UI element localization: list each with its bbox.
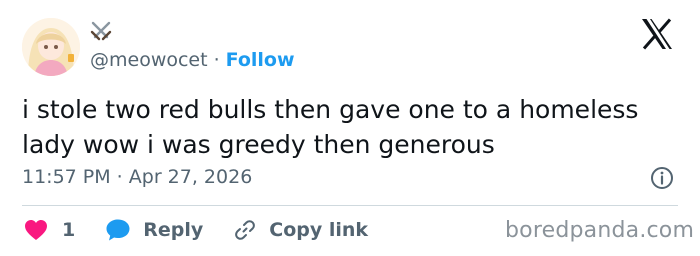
avatar[interactable]	[22, 18, 80, 76]
user-handle[interactable]: @meowocet	[90, 49, 208, 71]
like-button[interactable]: 1	[24, 219, 75, 241]
reply-button[interactable]: Reply	[105, 218, 203, 242]
crossed-swords-icon	[90, 20, 112, 42]
info-icon[interactable]	[650, 166, 674, 190]
heart-icon	[24, 219, 48, 241]
author-row: @meowocet · Follow	[90, 48, 295, 72]
action-bar: 1 Reply Copy link	[24, 216, 368, 244]
tweet-text: i stole two red bulls then gave one to a…	[22, 92, 682, 162]
tweet-text-line: i stole two red bulls then gave one to a…	[22, 95, 639, 124]
watermark: boredpanda.com	[505, 218, 695, 243]
tweet-text-line: lady wow i was greedy then generous	[22, 130, 495, 159]
handle-separator: ·	[213, 49, 220, 71]
reply-bubble-icon	[105, 218, 131, 242]
follow-button[interactable]: Follow	[226, 49, 295, 71]
divider	[22, 205, 678, 206]
copy-link-button[interactable]: Copy link	[233, 218, 368, 242]
timestamp[interactable]: 11:57 PM · Apr 27, 2026	[22, 166, 252, 188]
like-count: 1	[62, 219, 76, 241]
reply-label: Reply	[143, 219, 204, 241]
x-logo-icon[interactable]	[640, 18, 674, 50]
copy-link-label: Copy link	[269, 219, 369, 241]
link-icon	[233, 218, 257, 242]
